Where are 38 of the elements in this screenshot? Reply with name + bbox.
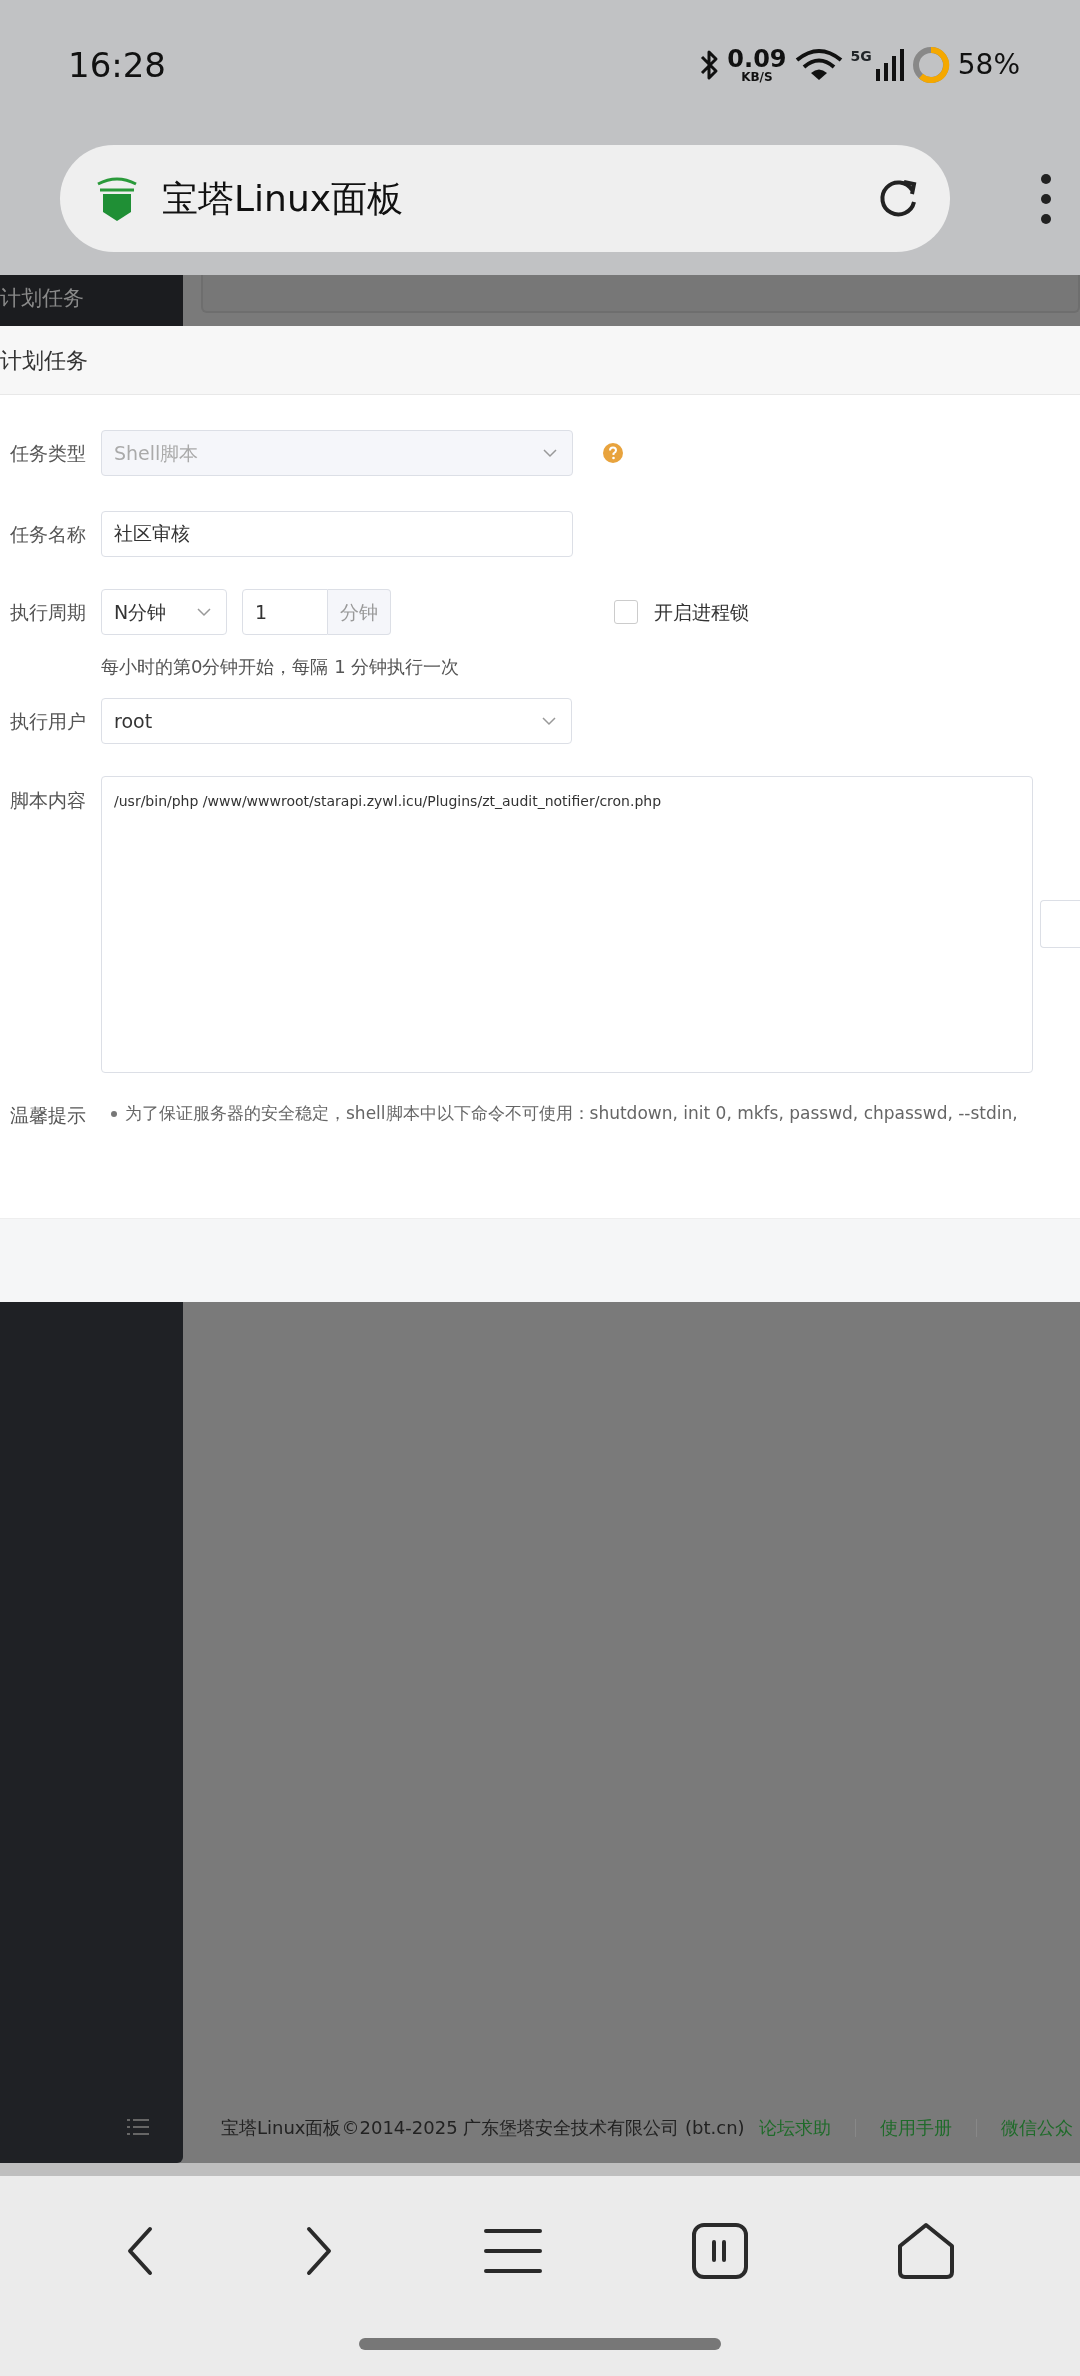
home-icon[interactable] xyxy=(896,2222,957,2280)
dialog-title: 计划任务 xyxy=(0,346,88,375)
copyright-text: 宝塔Linux面板©2014-2025 广东堡塔安全技术有限公司 (bt.cn) xyxy=(221,2116,745,2140)
network-speed: 0.09 KB/S xyxy=(727,47,787,83)
tabs-icon[interactable] xyxy=(691,2222,750,2280)
field-label: 任务类型 xyxy=(9,440,86,466)
script-textarea[interactable]: /usr/bin/php /www/wwwroot/starapi.zywl.icu/Plugins/zt_audit_notifier/cron.php xyxy=(101,776,1034,1073)
task-name-input[interactable]: 社区审核 xyxy=(101,511,573,557)
chevron-down-icon xyxy=(541,716,557,726)
network-type: 5G xyxy=(850,49,872,63)
address-bar[interactable]: 宝塔Linux面板 xyxy=(60,145,950,252)
checkbox-label: 开启进程锁 xyxy=(654,599,749,625)
page-title: 宝塔Linux面板 xyxy=(162,176,403,221)
clock-time: 16:28 xyxy=(68,43,166,87)
chevron-down-icon xyxy=(196,607,212,617)
wifi-icon xyxy=(794,48,843,82)
sidebar-item: 计划任务 xyxy=(0,286,84,310)
field-label: 任务名称 xyxy=(9,521,86,547)
minutes-input[interactable]: 1 xyxy=(242,589,328,635)
checkbox[interactable] xyxy=(614,600,638,624)
bullet-icon xyxy=(111,1110,117,1117)
schedule-hint: 每小时的第0分钟开始，每隔 1 分钟执行一次 xyxy=(101,655,460,679)
unit-addon: 分钟 xyxy=(328,589,391,635)
signal-icon xyxy=(875,49,904,81)
field-label: 温馨提示 xyxy=(9,1103,86,1128)
field-label: 脚本内容 xyxy=(9,788,86,813)
battery-percent: 58% xyxy=(957,47,1020,83)
chevron-down-icon xyxy=(542,448,558,458)
field-label: 执行用户 xyxy=(9,708,86,734)
shield-logo-icon xyxy=(96,175,138,222)
tip-text: 为了保证服务器的安全稳定，shell脚本中以下命令不可使用：shutdown, init 0, mkfs, passwd, chpasswd, --stdin, xyxy=(125,1102,1018,1125)
more-menu-icon[interactable] xyxy=(1040,172,1052,225)
field-label: 执行周期 xyxy=(9,599,86,625)
list-icon[interactable] xyxy=(127,2119,149,2135)
battery-ring-icon xyxy=(911,46,950,84)
user-select[interactable]: root xyxy=(101,698,572,744)
period-select[interactable]: N分钟 xyxy=(101,589,227,635)
task-type-select: Shell脚本 xyxy=(101,430,573,476)
